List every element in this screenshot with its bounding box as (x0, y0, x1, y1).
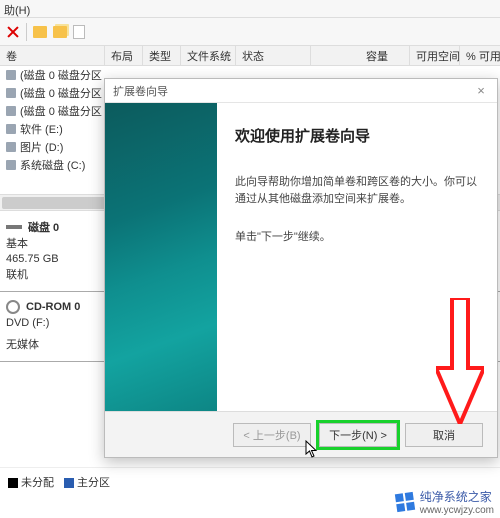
toolbar-separator (26, 23, 27, 41)
dialog-title: 扩展卷向导 (113, 83, 168, 99)
disk-title: CD-ROM 0 (26, 301, 80, 313)
col-type[interactable]: 类型 (143, 46, 181, 66)
legend-swatch-unallocated (8, 478, 18, 488)
legend-primary: 主分区 (77, 477, 110, 489)
watermark-name: 纯净系统之家 (420, 488, 494, 505)
next-button[interactable]: 下一步(N) > (319, 423, 397, 447)
disk-title: 磁盘 0 (28, 219, 59, 235)
cancel-button[interactable]: 取消 (405, 423, 483, 447)
volume-label: (磁盘 0 磁盘分区 (20, 103, 102, 119)
volume-list-header: 卷 布局 类型 文件系统 状态 容量 可用空间 % 可用 (0, 46, 500, 66)
col-percent[interactable]: % 可用 (460, 46, 500, 66)
legend-unallocated: 未分配 (21, 477, 54, 489)
volume-icon (6, 124, 16, 134)
col-capacity[interactable]: 容量 (360, 46, 410, 66)
dvd-icon (6, 300, 20, 314)
volume-icon (6, 70, 16, 80)
volume-icon (6, 142, 16, 152)
toolbar (0, 18, 500, 46)
wizard-description: 此向导帮助你增加简单卷和跨区卷的大小。你可以通过从其他磁盘添加空间来扩展卷。 (235, 174, 479, 207)
disk-icon (6, 225, 22, 229)
folder-icon[interactable] (33, 26, 47, 38)
volume-icon (6, 88, 16, 98)
volume-label: 系统磁盘 (C:) (20, 157, 85, 173)
delete-icon[interactable] (6, 25, 20, 39)
mouse-cursor-icon (305, 440, 319, 458)
volume-label: 软件 (E:) (20, 121, 63, 137)
menubar: 助(H) (0, 0, 500, 18)
back-button: < 上一步(B) (233, 423, 311, 447)
col-volume[interactable]: 卷 (0, 46, 105, 66)
wizard-instruction: 单击"下一步"继续。 (235, 229, 479, 246)
col-layout[interactable]: 布局 (105, 46, 143, 66)
col-free[interactable]: 可用空间 (410, 46, 460, 66)
watermark-url: www.ycwjzy.com (420, 505, 494, 516)
legend-swatch-primary (64, 478, 74, 488)
close-icon[interactable]: × (473, 83, 489, 99)
properties-icon[interactable] (73, 25, 85, 39)
folder-open-icon[interactable] (53, 26, 67, 38)
col-filesystem[interactable]: 文件系统 (181, 46, 236, 66)
volume-label: (磁盘 0 磁盘分区 (20, 85, 102, 101)
wizard-heading: 欢迎使用扩展卷向导 (235, 125, 479, 146)
col-status[interactable]: 状态 (236, 46, 311, 66)
wizard-side-graphic (105, 103, 217, 411)
volume-icon (6, 106, 16, 116)
dialog-titlebar[interactable]: 扩展卷向导 × (105, 79, 497, 103)
annotation-arrow-icon (436, 298, 484, 424)
volume-label: (磁盘 0 磁盘分区 (20, 67, 102, 83)
volume-label: 图片 (D:) (20, 139, 63, 155)
watermark-logo-icon (395, 492, 415, 512)
menu-help[interactable]: 助(H) (4, 5, 30, 17)
watermark: 纯净系统之家 www.ycwjzy.com (396, 488, 494, 516)
volume-icon (6, 160, 16, 170)
